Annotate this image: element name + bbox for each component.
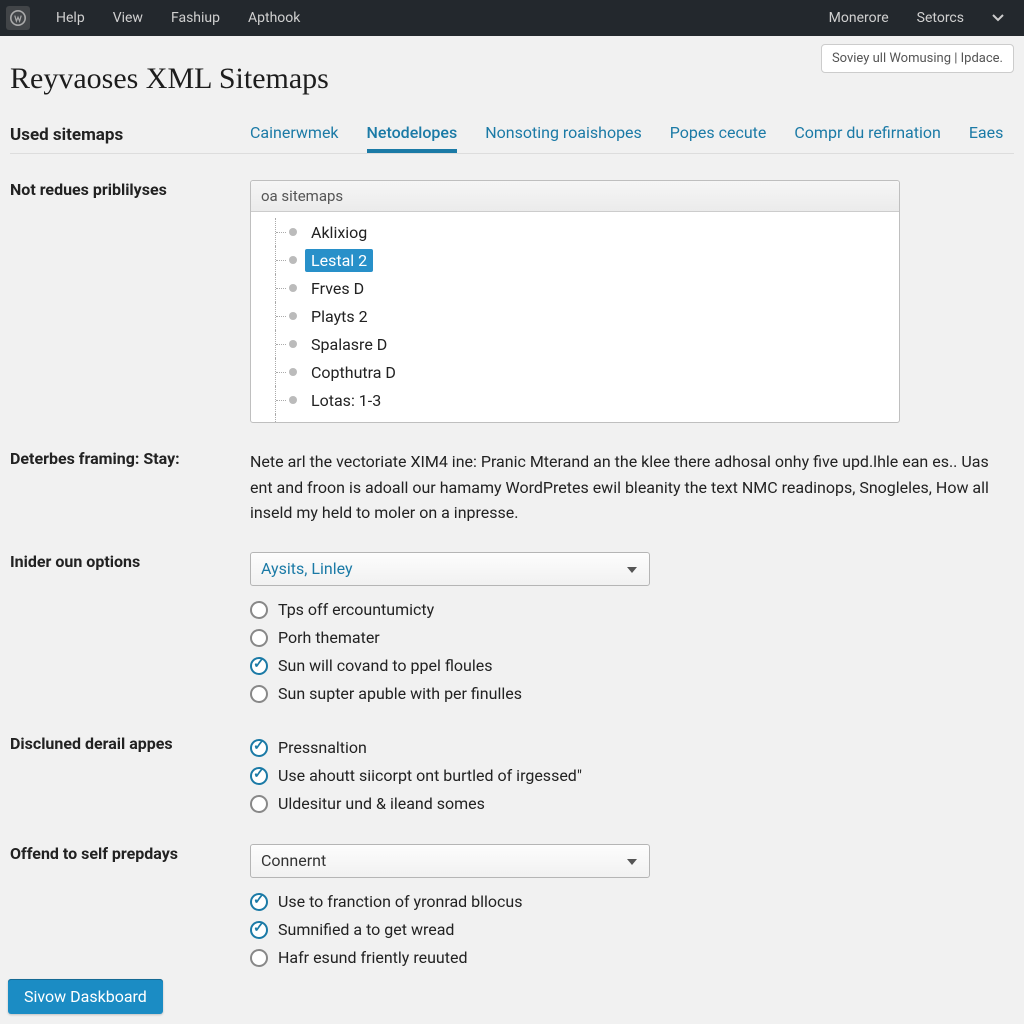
- radio-icon: [250, 795, 268, 813]
- radio-option[interactable]: Use ahoutt siicorpt ont burtled of irges…: [250, 762, 1014, 790]
- tab-nonsoting-roaishopes[interactable]: Nonsoting roaishopes: [485, 123, 642, 153]
- tree-item-label: Copthutra D: [305, 361, 402, 384]
- tree-item-label: Aklixiog: [305, 221, 373, 244]
- tree-bullet-icon: [289, 228, 297, 236]
- radio-icon: [250, 657, 268, 675]
- tree-item[interactable]: Frves D: [251, 274, 899, 302]
- radio-label: Tps off ercountumicty: [278, 600, 434, 619]
- tabs: Cainerwmek Netodelopes Nonsoting roaishope…: [250, 123, 1003, 153]
- sitemap-treebox: oa sitemaps Aklixiog Lestal 2 Frves D Playt…: [250, 180, 900, 423]
- section-discluned: Discluned derail appes Pressnaltion Use a…: [10, 734, 1014, 818]
- radio-icon: [250, 949, 268, 967]
- radio-icon: [250, 921, 268, 939]
- topbar-item-setorcs[interactable]: Setorcs: [903, 10, 978, 26]
- tree-item-label: Playts 2: [305, 305, 374, 328]
- indider-label: Inider oun options: [10, 552, 250, 708]
- tab-eaes[interactable]: Eaes: [969, 123, 1004, 153]
- tree-item-label: Lestal 2: [305, 249, 373, 272]
- tree-item[interactable]: Copthutra D: [251, 358, 899, 386]
- tree-bullet-icon: [289, 256, 297, 264]
- topbar-dropdown-caret[interactable]: [978, 10, 1018, 26]
- topbar-item-view[interactable]: View: [99, 10, 157, 26]
- tree-bullet-icon: [289, 368, 297, 376]
- section-description: Deterbes framing: Stay: Nete arl the vec…: [10, 449, 1014, 526]
- radio-option[interactable]: Use to franction of yronrad bllocus: [250, 888, 1014, 916]
- offend-select[interactable]: Connernt: [250, 844, 650, 878]
- tree-root[interactable]: oa sitemaps: [251, 181, 899, 212]
- radio-option[interactable]: Hafr esund friently reuuted: [250, 944, 1014, 972]
- offend-label: Offend to self prepdays: [10, 844, 250, 972]
- radio-label: Sun will covand to ppel floules: [278, 656, 492, 675]
- topbar-item-fashiup[interactable]: Fashiup: [157, 10, 234, 26]
- tree-item-label: Lotas: 1-3: [305, 389, 387, 412]
- tree-item[interactable]: Lestal 2: [251, 246, 899, 274]
- discluned-label: Discluned derail appes: [10, 734, 250, 818]
- tree-item-label: Late Question: [305, 417, 416, 423]
- tree-item[interactable]: Playts 2: [251, 302, 899, 330]
- page: Reyvaoses XML Sitemaps Used sitemaps Cai…: [0, 36, 1024, 972]
- tree-bullet-icon: [289, 340, 297, 348]
- notice-pill[interactable]: Soviey ull Womusing | Ipdace.: [821, 44, 1014, 73]
- tab-cainerwmek[interactable]: Cainerwmek: [250, 123, 339, 153]
- radio-label: Hafr esund friently reuuted: [278, 948, 467, 967]
- radio-label: Porh themater: [278, 628, 380, 647]
- radio-label: Pressnaltion: [278, 738, 367, 757]
- radio-option[interactable]: Uldesitur und & ileand somes: [250, 790, 1014, 818]
- radio-option[interactable]: Sun supter apuble with per finulles: [250, 680, 1014, 708]
- indider-select-value: Aysits, Linley: [261, 559, 353, 578]
- radio-icon: [250, 601, 268, 619]
- offend-radios: Use to franction of yronrad bllocus Sumni…: [250, 888, 1014, 972]
- heading-left: Used sitemaps: [10, 125, 250, 153]
- desc-text: Nete arl the vectoriate XIM4 ine: Pranic…: [250, 449, 1010, 526]
- offend-select-value: Connernt: [261, 851, 326, 870]
- primary-action-button[interactable]: Sivow Daskboard: [8, 979, 163, 1014]
- tree-bullet-icon: [289, 396, 297, 404]
- tree-body[interactable]: Aklixiog Lestal 2 Frves D Playts 2 Spalasre …: [251, 212, 899, 422]
- tree-item[interactable]: Spalasre D: [251, 330, 899, 358]
- tab-compr-du-refirnation[interactable]: Compr du refirnation: [794, 123, 940, 153]
- topbar-menu: HelpViewFashiupApthook: [42, 0, 314, 36]
- tree-item[interactable]: Lotas: 1-3: [251, 386, 899, 414]
- section-offend: Offend to self prepdays Connernt Use to …: [10, 844, 1014, 972]
- topbar: HelpViewFashiupApthook MoneroreSetorcs: [0, 0, 1024, 36]
- radio-label: Sumnified a to get wread: [278, 920, 454, 939]
- tab-popes-cecute[interactable]: Popes cecute: [670, 123, 767, 153]
- radio-option[interactable]: Sun will covand to ppel floules: [250, 652, 1014, 680]
- desc-label: Deterbes framing: Stay:: [10, 449, 250, 526]
- tree-item[interactable]: Late Question: [251, 414, 899, 422]
- chevron-down-icon: [992, 14, 1004, 22]
- tree-bullet-icon: [289, 284, 297, 292]
- radio-option[interactable]: Tps off ercountumicty: [250, 596, 1014, 624]
- radio-label: Sun supter apuble with per finulles: [278, 684, 522, 703]
- radio-option[interactable]: Sumnified a to get wread: [250, 916, 1014, 944]
- radio-icon: [250, 739, 268, 757]
- tab-netodelopes[interactable]: Netodelopes: [367, 123, 458, 153]
- radio-option[interactable]: Porh themater: [250, 624, 1014, 652]
- radio-option[interactable]: Pressnaltion: [250, 734, 1014, 762]
- app-logo[interactable]: [6, 6, 30, 30]
- radio-icon: [250, 629, 268, 647]
- topbar-item-monerore[interactable]: Monerore: [815, 10, 903, 26]
- radio-icon: [250, 685, 268, 703]
- indider-select[interactable]: Aysits, Linley: [250, 552, 650, 586]
- radio-label: Use to franction of yronrad bllocus: [278, 892, 523, 911]
- section-tree: Not redues priblilyses oa sitemaps Aklix…: [10, 180, 1014, 423]
- radio-label: Use ahoutt siicorpt ont burtled of irges…: [278, 766, 582, 785]
- indider-radios: Tps off ercountumicty Porh themater Sun wi…: [250, 596, 1014, 708]
- tree-item-label: Frves D: [305, 277, 370, 300]
- topbar-right: MoneroreSetorcs: [815, 0, 1018, 36]
- topbar-item-help[interactable]: Help: [42, 10, 99, 26]
- heading-row: Used sitemaps Cainerwmek Netodelopes Nonso…: [10, 120, 1014, 154]
- section-indider: Inider oun options Aysits, Linley Tps of…: [10, 552, 1014, 708]
- radio-icon: [250, 893, 268, 911]
- wp-icon: [10, 10, 26, 26]
- tree-label: Not redues priblilyses: [10, 180, 250, 423]
- tree-item-label: Spalasre D: [305, 333, 393, 356]
- radio-icon: [250, 767, 268, 785]
- tree-item[interactable]: Aklixiog: [251, 218, 899, 246]
- radio-label: Uldesitur und & ileand somes: [278, 794, 485, 813]
- topbar-item-apthook[interactable]: Apthook: [234, 10, 314, 26]
- tree-bullet-icon: [289, 312, 297, 320]
- discluned-radios: Pressnaltion Use ahoutt siicorpt ont burt…: [250, 734, 1014, 818]
